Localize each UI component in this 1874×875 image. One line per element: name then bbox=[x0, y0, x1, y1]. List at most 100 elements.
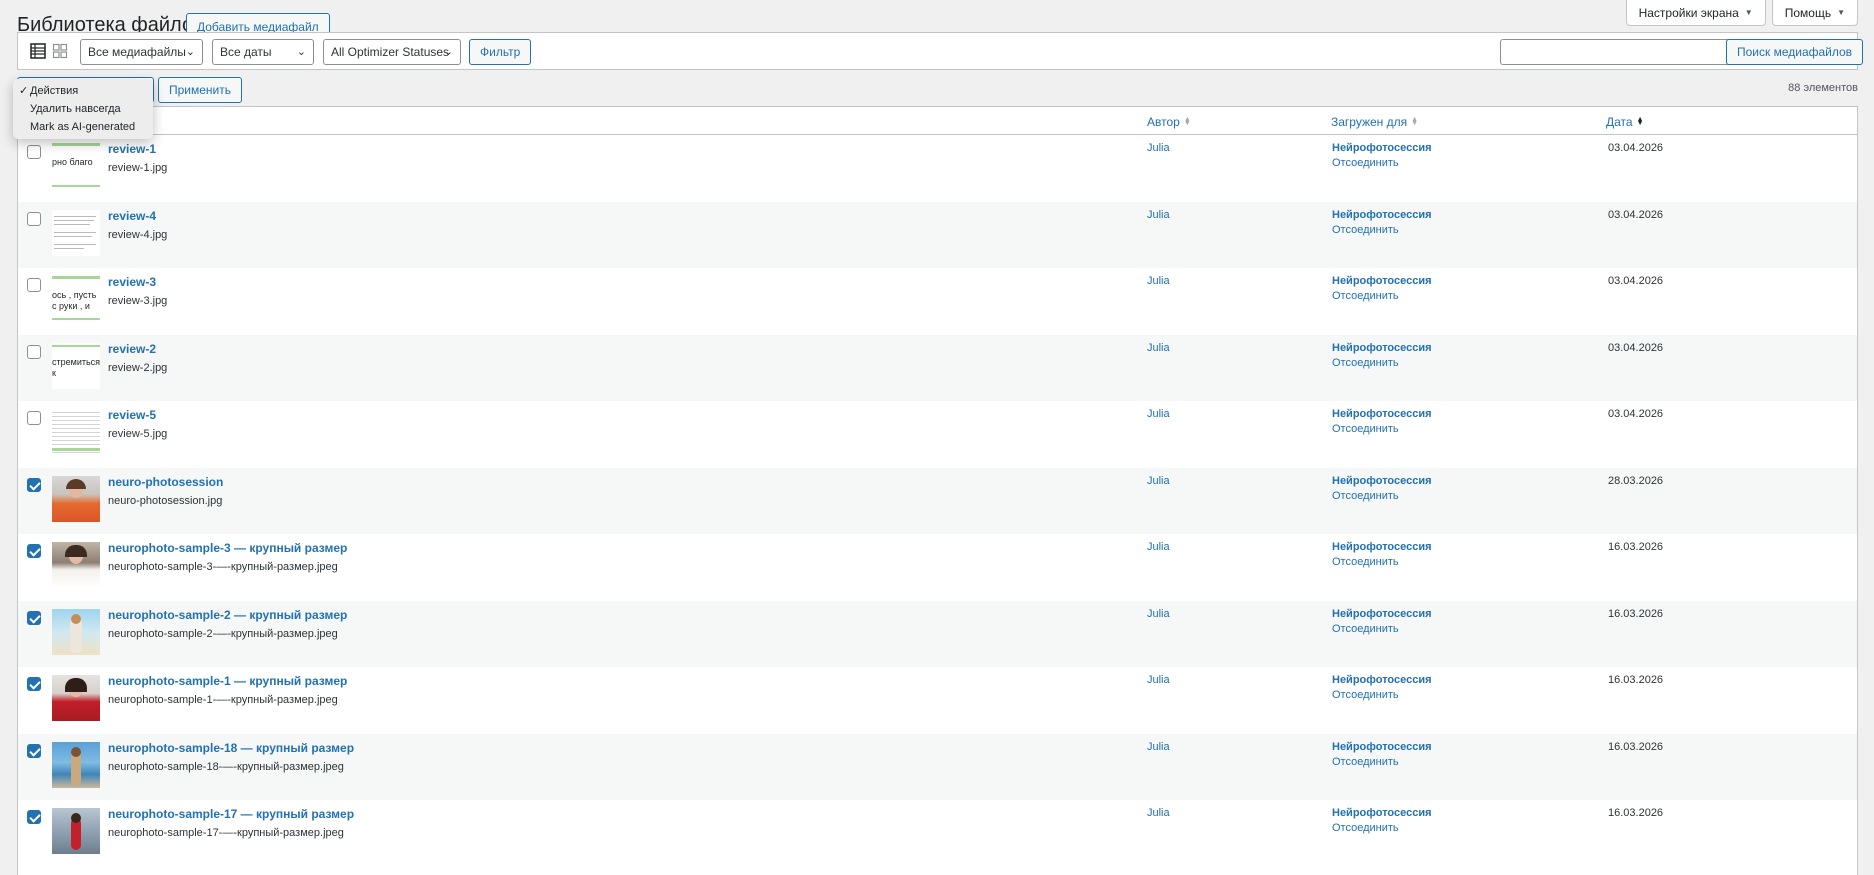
media-title-link[interactable]: review-1 bbox=[108, 142, 156, 156]
column-uploaded-to[interactable]: Загружен для ▲ ▼ bbox=[1331, 115, 1418, 129]
media-thumbnail[interactable] bbox=[52, 409, 100, 455]
search-media-button[interactable]: Поиск медиафайлов bbox=[1726, 39, 1864, 65]
media-thumbnail[interactable] bbox=[52, 475, 100, 522]
media-title-link[interactable]: neurophoto-sample-17 — крупный размер bbox=[108, 807, 354, 821]
media-title-link[interactable]: neurophoto-sample-1 — крупный размер bbox=[108, 674, 347, 688]
apply-button[interactable]: Применить bbox=[158, 77, 243, 103]
help-tab[interactable]: Помощь ▼ bbox=[1771, 0, 1858, 26]
media-thumbnail[interactable] bbox=[52, 209, 100, 256]
date-select[interactable]: Все даты ⌄ bbox=[212, 39, 314, 65]
checkmark-icon: ✓ bbox=[19, 85, 29, 97]
media-thumbnail[interactable]: рно благо bbox=[52, 143, 100, 189]
detach-link[interactable]: Отсоединить bbox=[1332, 290, 1399, 302]
media-date: 28.03.2026 bbox=[1608, 474, 1664, 487]
uploaded-to-link[interactable]: Нейрофотосессия bbox=[1332, 275, 1432, 287]
detach-link[interactable]: Отсоединить bbox=[1332, 224, 1399, 236]
media-title-link[interactable]: neurophoto-sample-18 — крупный размер bbox=[108, 741, 354, 755]
detach-link[interactable]: Отсоединить bbox=[1332, 756, 1399, 768]
author-link[interactable]: Julia bbox=[1147, 741, 1170, 753]
optimizer-status-value: All Optimizer Statuses bbox=[331, 45, 450, 59]
bulk-option-label: Mark as AI-generated bbox=[30, 121, 136, 133]
optimizer-status-select[interactable]: All Optimizer Statuses ⌄ bbox=[323, 39, 461, 65]
media-thumbnail[interactable] bbox=[52, 608, 100, 655]
media-title-link[interactable]: neurophoto-sample-3 — крупный размер bbox=[108, 541, 347, 555]
screen-options-tab[interactable]: Настройки экрана ▼ bbox=[1625, 0, 1766, 26]
filter-button[interactable]: Фильтр bbox=[469, 39, 532, 65]
media-title-link[interactable]: review-4 bbox=[108, 209, 156, 223]
media-thumbnail[interactable]: ось , пусть с руки , и пуст bbox=[52, 276, 100, 322]
media-filter-bar: Все медиафайлы ⌄ Все даты ⌄ All Optimize… bbox=[17, 32, 1864, 70]
media-title-link[interactable]: neuro-photosession bbox=[108, 475, 223, 489]
bulk-option-delete[interactable]: Удалить навсегда bbox=[13, 100, 153, 118]
bulk-option-actions[interactable]: ✓ Действия bbox=[13, 82, 153, 100]
media-title-link[interactable]: review-5 bbox=[108, 408, 156, 422]
uploaded-to-link[interactable]: Нейрофотосессия bbox=[1332, 209, 1432, 221]
bulk-option-ai-generated[interactable]: Mark as AI-generated bbox=[13, 118, 153, 136]
detach-link[interactable]: Отсоединить bbox=[1332, 357, 1399, 369]
author-link[interactable]: Julia bbox=[1147, 674, 1170, 686]
author-link[interactable]: Julia bbox=[1147, 209, 1170, 221]
row-checkbox[interactable] bbox=[27, 610, 41, 625]
column-uploaded-to-label: Загружен для bbox=[1331, 115, 1408, 129]
uploaded-to-link[interactable]: Нейрофотосессия bbox=[1332, 142, 1432, 154]
author-link[interactable]: Julia bbox=[1147, 541, 1170, 553]
list-view-icon[interactable] bbox=[30, 43, 46, 59]
media-thumbnail[interactable]: стремиться к bbox=[52, 342, 100, 389]
column-date[interactable]: Дата ▲ ▼ bbox=[1606, 115, 1644, 129]
row-checkbox[interactable] bbox=[27, 411, 41, 425]
uploaded-to-link[interactable]: Нейрофотосессия bbox=[1332, 807, 1432, 819]
author-link[interactable]: Julia bbox=[1147, 275, 1170, 287]
media-type-select[interactable]: Все медиафайлы ⌄ bbox=[80, 39, 203, 65]
media-thumbnail[interactable] bbox=[52, 675, 100, 721]
uploaded-to-link[interactable]: Нейрофотосессия bbox=[1332, 608, 1432, 620]
row-checkbox[interactable] bbox=[27, 211, 41, 226]
author-link[interactable]: Julia bbox=[1147, 408, 1170, 420]
table-row: neurophoto-sample-17 — крупный размер neu… bbox=[18, 800, 1857, 866]
row-checkbox[interactable] bbox=[27, 743, 41, 758]
media-date: 03.04.2026 bbox=[1608, 142, 1664, 154]
sort-desc-icon: ▲ ▼ bbox=[1636, 116, 1644, 127]
media-thumbnail[interactable] bbox=[52, 741, 100, 788]
uploaded-to-link[interactable]: Нейрофотосессия bbox=[1332, 475, 1432, 487]
detach-link[interactable]: Отсоединить bbox=[1332, 157, 1399, 169]
row-checkbox[interactable] bbox=[27, 278, 41, 292]
detach-link[interactable]: Отсоединить bbox=[1332, 822, 1399, 834]
detach-link[interactable]: Отсоединить bbox=[1332, 490, 1399, 502]
author-link[interactable]: Julia bbox=[1147, 142, 1170, 154]
media-title-link[interactable]: neurophoto-sample-2 — крупный размер bbox=[108, 608, 347, 622]
author-link[interactable]: Julia bbox=[1147, 342, 1170, 354]
media-filename: neurophoto-sample-18-—-крупный-размер.jp… bbox=[108, 760, 344, 773]
row-checkbox[interactable] bbox=[27, 344, 41, 359]
column-date-label: Дата bbox=[1606, 115, 1633, 129]
author-link[interactable]: Julia bbox=[1147, 475, 1170, 487]
media-thumbnail[interactable] bbox=[52, 542, 100, 588]
media-filename: review-1.jpg bbox=[108, 162, 168, 174]
table-row: neurophoto-sample-18 — крупный размер neu… bbox=[18, 733, 1857, 800]
table-header: Автор ▲ ▼ Загружен для ▲ ▼ Дата ▲ ▼ bbox=[18, 107, 1857, 135]
detach-link[interactable]: Отсоединить bbox=[1332, 689, 1399, 701]
row-checkbox[interactable] bbox=[27, 145, 41, 159]
detach-link[interactable]: Отсоединить bbox=[1332, 556, 1399, 568]
detach-link[interactable]: Отсоединить bbox=[1332, 423, 1399, 435]
author-link[interactable]: Julia bbox=[1147, 608, 1170, 620]
items-count: 88 элементов bbox=[1788, 82, 1858, 94]
detach-link[interactable]: Отсоединить bbox=[1332, 623, 1399, 635]
media-title-link[interactable]: review-3 bbox=[108, 275, 156, 289]
uploaded-to-link[interactable]: Нейрофотосессия bbox=[1332, 408, 1432, 420]
caret-down-icon: ▼ bbox=[1744, 7, 1753, 17]
uploaded-to-link[interactable]: Нейрофотосессия bbox=[1332, 674, 1432, 686]
row-checkbox[interactable] bbox=[27, 810, 41, 824]
column-author[interactable]: Автор ▲ ▼ bbox=[1147, 115, 1191, 129]
row-checkbox[interactable] bbox=[27, 544, 41, 558]
grid-view-icon[interactable] bbox=[52, 43, 68, 59]
table-row: ось , пусть с руки , и пуст review-3 revie… bbox=[18, 268, 1857, 334]
author-link[interactable]: Julia bbox=[1147, 807, 1170, 819]
uploaded-to-link[interactable]: Нейрофотосессия bbox=[1332, 342, 1432, 354]
media-title-link[interactable]: review-2 bbox=[108, 342, 156, 356]
media-thumbnail[interactable] bbox=[52, 808, 100, 854]
uploaded-to-link[interactable]: Нейрофотосессия bbox=[1332, 741, 1432, 753]
row-checkbox[interactable] bbox=[27, 477, 41, 492]
uploaded-to-link[interactable]: Нейрофотосессия bbox=[1332, 541, 1432, 553]
row-checkbox[interactable] bbox=[27, 677, 41, 691]
search-input[interactable] bbox=[1500, 39, 1736, 65]
